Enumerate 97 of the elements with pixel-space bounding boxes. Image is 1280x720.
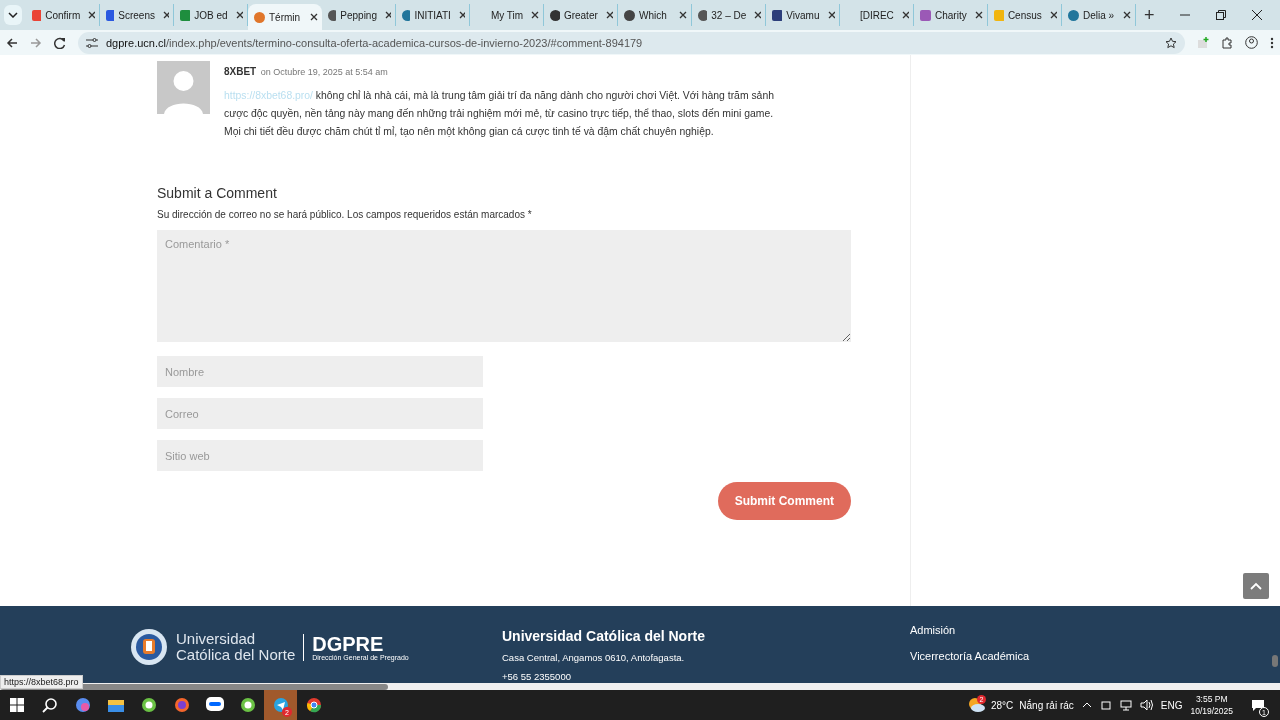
back-icon[interactable] [6,36,18,49]
search-icon [41,697,58,713]
favicon-icon [32,9,42,21]
paper-plane-icon [272,697,289,713]
close-icon[interactable] [1049,11,1057,19]
avatar [157,61,210,114]
folder-icon [107,698,124,712]
message-icon [1250,699,1265,711]
scroll-top-button[interactable] [1243,573,1269,599]
input-field[interactable]: Sitio web [157,440,483,471]
browser-tab[interactable]: Charity [914,4,988,26]
reload-icon[interactable] [54,36,66,49]
close-icon[interactable] [754,11,761,19]
favicon-icon [328,9,337,21]
tab-list-button[interactable] [4,5,22,25]
comment-author: 8XBET [224,66,257,77]
comment-text: https://8xbet68.pro/ không chỉ là nhà cái, mà là trung tâm giải trí đa năng dành cho người chơi Việt. Với hàng trăm sảnh cược độc quyền, nền tảng này mang đến những trải nghiệm mới mẻ, từ casino trực tiếp, thể thao, slots đến mini game. Mọi chi tiết đều được chăm chút tỉ mỉ, tạo nên một không gian cá cược tinh tế và đậm chất chuyên nghiệp. [224,89,775,139]
windows-icon [9,698,24,712]
forward-icon[interactable] [30,36,42,49]
browser-tab[interactable]: Greater [544,4,618,26]
network-icon[interactable] [1119,699,1132,711]
close-icon[interactable] [531,11,539,19]
favicon-icon [180,9,191,21]
browser-tab[interactable]: 32 – De [692,4,766,26]
favicon-icon [772,9,783,21]
browser-tab[interactable]: Census [988,4,1062,26]
address-bar[interactable]: dgpre.ucn.cl/index.php/events/termino-consulta-oferta-academica-cursos-de-invierno-2023/#comment-894179 [78,31,1185,54]
chat-bubble-icon [205,697,224,713]
close-icon[interactable] [827,11,835,19]
close-icon[interactable] [679,11,687,19]
ring-icon [140,697,157,713]
volume-icon[interactable] [1139,699,1153,711]
logo-text: Universidad [176,631,257,647]
comment-date: on Octubre 19, 2025 at 5:54 am [260,67,388,77]
close-icon[interactable] [1252,10,1262,20]
close-icon[interactable] [458,11,465,19]
chrome-icon [305,697,322,713]
browser-tab[interactable]: Vivamu [766,4,840,26]
browser-tab[interactable]: Pepping [322,4,396,26]
browser-tab[interactable]: Confirm [26,4,100,26]
close-icon[interactable] [235,11,243,19]
close-icon[interactable] [310,13,318,21]
favicon-icon [624,9,635,21]
star-icon[interactable] [1165,36,1177,49]
close-icon[interactable] [88,11,95,19]
footer-link[interactable]: Admisión [910,624,1030,636]
language-indicator[interactable]: ENG [1160,699,1183,711]
clock[interactable]: 3:55 PM 10/19/2025 [1190,693,1233,717]
comment-field[interactable]: Comentario * [157,230,851,342]
chevron-up-icon [1250,582,1262,590]
profile-icon[interactable] [1245,36,1258,49]
input-field[interactable]: Correo [157,398,483,429]
extension-icon[interactable] [1197,36,1209,49]
form-note: Su dirección de correo no se hará público. Los campos requeridos están marcados * [157,209,533,220]
scrollbar-thumb[interactable] [1272,655,1278,667]
browser-tab[interactable]: Which [618,4,692,26]
status-url: https://8xbet68.pro [0,675,83,689]
browser-tab[interactable]: Delia » [1062,4,1136,26]
footer-link[interactable]: Vicerrectoría Académica [910,650,1030,662]
close-icon[interactable] [385,11,391,19]
close-icon[interactable] [605,11,613,19]
firefox-icon [173,697,190,713]
close-icon[interactable] [1123,11,1131,19]
chevron-up-icon[interactable] [1081,702,1092,708]
browser-tab[interactable]: Screens [100,4,174,26]
more-icon[interactable] [1270,36,1274,49]
copilot-icon [74,697,91,713]
favicon-icon [698,9,708,21]
favicon-icon [106,9,115,21]
footer-heading: Universidad Católica del Norte [502,628,707,644]
restore-icon[interactable] [1216,10,1226,20]
site-info-icon[interactable] [86,37,98,48]
new-tab-button[interactable]: + [1136,4,1163,26]
favicon-icon [254,11,265,23]
favicon-icon [402,9,411,21]
browser-tab[interactable]: Términ [248,4,322,30]
ring-icon [239,697,256,713]
browser-tab[interactable]: JOB ed [174,4,248,26]
favicon-icon [920,9,931,21]
favicon-icon [994,9,1004,21]
favicon-icon [550,9,560,21]
university-seal-icon [130,628,168,666]
browser-tab[interactable]: [DIREC [840,4,914,26]
footer-address: Casa Central, Angamos 0610, Antofagasta. [502,652,686,663]
brand-name: DGPRE [312,633,385,654]
close-icon[interactable] [162,11,169,19]
input-field[interactable]: Nombre [157,356,483,387]
logo-text: Católica del Norte [176,647,296,663]
puzzle-icon[interactable] [1221,36,1233,49]
favicon-icon [1068,9,1079,21]
form-title: Submit a Comment [157,185,278,201]
close-icon[interactable] [975,11,983,19]
chevron-down-icon [8,12,18,18]
close-icon[interactable] [901,11,909,19]
browser-tab[interactable]: INITIATI [396,4,470,26]
footer-phone: +56 55 2355000 [502,671,572,682]
browser-tab[interactable]: My Tim [470,4,544,26]
